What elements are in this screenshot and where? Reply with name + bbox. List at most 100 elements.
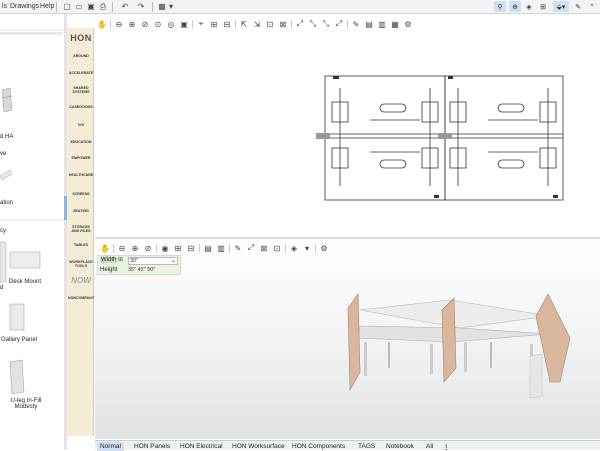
measure-icon[interactable]: ✎ <box>233 243 243 253</box>
category-voi[interactable]: VOI <box>68 123 94 127</box>
section-icon[interactable]: ⤢ <box>246 243 256 253</box>
select-all-icon[interactable]: ⊞ <box>209 19 219 29</box>
redo-icon[interactable]: ↷ <box>136 1 146 12</box>
separator <box>347 19 348 29</box>
properties-icon[interactable]: ⚙ <box>403 19 413 29</box>
zoom-out-icon[interactable]: ◎ <box>166 19 176 29</box>
catalog-item-label[interactable]: d <box>0 285 8 291</box>
open-folder-icon[interactable]: ▭ <box>74 1 84 12</box>
zoom-icon[interactable]: ⊖ <box>114 19 124 29</box>
pen-icon[interactable]: ✎ <box>572 1 584 12</box>
category-now[interactable]: NOW <box>68 276 94 285</box>
separator <box>56 2 57 12</box>
separator <box>291 19 292 29</box>
light-icon[interactable]: ▤ <box>203 243 213 253</box>
workstation-plan-drawing[interactable] <box>300 68 580 208</box>
mirror-icon[interactable]: ⤡ <box>308 19 318 29</box>
plan-view-toolbar: ✋ ⊖ ⊕ ⊘ ⊙ ◎ ▣ ⌖ ⊞ ⊟ ⇱ ⇲ ⊡ ⊠ ⤢ ⤡ ⤡ ⤢ ✎ ▤ … <box>97 17 416 31</box>
height-options[interactable]: 35" 42" 50" <box>128 267 155 273</box>
fit-icon[interactable]: ▣ <box>179 19 189 29</box>
chevron-down-icon[interactable]: ⌄ <box>171 257 176 264</box>
separator <box>285 243 286 253</box>
category-shared-systems[interactable]: SHARED SYSTEMS <box>68 86 94 94</box>
move-icon[interactable]: ⤢ <box>334 19 344 29</box>
dimension-properties: Width ⊞ 30" ⌄ Height 35" 42" 50" <box>97 255 181 275</box>
workstation-3d-model[interactable] <box>330 286 580 404</box>
category-storage-and-piles[interactable]: STORAGE AND PILES <box>68 225 94 233</box>
menu-drawings[interactable]: Drawings <box>10 3 39 10</box>
separator <box>235 19 236 29</box>
rotate-icon[interactable]: ⤢ <box>295 19 305 29</box>
select-icon[interactable]: ⌖ <box>196 19 206 29</box>
copy-icon[interactable]: ⤡ <box>321 19 331 29</box>
category-healthcare[interactable]: HEALTHCARE <box>68 173 94 177</box>
distribute-icon[interactable]: ⇲ <box>252 19 262 29</box>
category-tables[interactable]: TABLES <box>68 243 94 247</box>
deselect-icon[interactable]: ⊟ <box>222 19 232 29</box>
camera-icon[interactable]: ⊞ <box>173 243 183 253</box>
catalog-item-label[interactable]: ve <box>0 151 16 157</box>
menu-bar: ls Drawings Help ▢ ▭ ▣ ⎙ ↶ ↷ ▦ ▾ ⚲ ⊕ ◈ ⊞… <box>0 0 600 14</box>
catalog-panel: d HA ve ation cy d Desk Mount Gallery Pa… <box>0 14 67 450</box>
zoom-window-icon[interactable]: ⊕ <box>127 19 137 29</box>
undo-icon[interactable]: ↶ <box>120 1 130 12</box>
menu-tools[interactable]: ls <box>2 3 7 10</box>
category-casegoods[interactable]: CASEGOODS <box>68 105 94 109</box>
separator <box>110 19 111 29</box>
ungroup-icon[interactable]: ⊠ <box>278 19 288 29</box>
catalog-item-label[interactable]: d HA <box>0 134 20 140</box>
align-icon[interactable]: ⇱ <box>239 19 249 29</box>
chevron-down-icon[interactable]: ▾ <box>302 243 312 253</box>
layers-icon[interactable]: ◈ <box>524 1 534 12</box>
display-mode-icon[interactable]: ◈ <box>289 243 299 253</box>
zoom-extents-icon[interactable]: ⊘ <box>143 243 153 253</box>
isolate-icon[interactable]: ⊡ <box>272 243 282 253</box>
category-noncompany[interactable]: NONCOMPANY <box>68 296 94 300</box>
link-icon[interactable]: ⊕ <box>509 1 521 12</box>
settings-icon[interactable]: ⚙ <box>319 243 329 253</box>
group-icon[interactable]: ⊡ <box>265 19 275 29</box>
width-toggle-icon[interactable]: ⊞ <box>118 256 123 263</box>
annotate-icon[interactable]: ▥ <box>377 19 387 29</box>
tag-icon[interactable]: ⬙▾ <box>553 1 569 12</box>
chevron-down-icon[interactable]: ▾ <box>166 1 176 12</box>
new-file-icon[interactable]: ▢ <box>62 1 72 12</box>
shadow-icon[interactable]: ▥ <box>216 243 226 253</box>
walk-icon[interactable]: ⊟ <box>186 243 196 253</box>
category-seating[interactable]: SEATING <box>68 209 94 213</box>
dimension-icon[interactable]: ▤ <box>364 19 374 29</box>
measure-icon[interactable]: ✎ <box>351 19 361 29</box>
zoom-extents-icon[interactable]: ⊘ <box>140 19 150 29</box>
pan-hand-icon[interactable]: ✋ <box>100 243 110 253</box>
category-around[interactable]: AROUND <box>68 54 94 58</box>
separator <box>199 243 200 253</box>
pan-hand-icon[interactable]: ✋ <box>97 19 107 29</box>
zoom-icon[interactable]: ⊖ <box>117 243 127 253</box>
separator <box>192 19 193 29</box>
catalog-item-label[interactable]: cy <box>0 228 16 234</box>
category-empower[interactable]: EMPOWER <box>68 156 94 160</box>
snap-icon[interactable]: ⚲ <box>494 1 506 12</box>
zoom-in-icon[interactable]: ⊙ <box>153 19 163 29</box>
layer-icon[interactable]: ▦ <box>390 19 400 29</box>
catalog-item-label[interactable]: Gallery Panel <box>0 337 38 343</box>
category-screens[interactable]: SCREENS <box>68 192 94 196</box>
render-icon[interactable]: ◉ <box>160 243 170 253</box>
explode-icon[interactable]: ⊠ <box>259 243 269 253</box>
catalog-item-label[interactable]: Desk Mount <box>8 279 42 285</box>
separator <box>152 2 153 12</box>
height-label: Height <box>100 267 118 273</box>
collapse-icon[interactable]: ⌃ <box>587 1 597 12</box>
category-education[interactable]: EDUCATION <box>68 140 94 144</box>
save-icon[interactable]: ▣ <box>86 1 96 12</box>
menu-help[interactable]: Help <box>40 3 54 10</box>
catalog-item-label[interactable]: ation <box>0 200 20 206</box>
measure-icon[interactable]: ⊞ <box>537 1 549 12</box>
print-icon[interactable]: ⎙ <box>98 1 108 12</box>
zoom-window-icon[interactable]: ⊕ <box>130 243 140 253</box>
category-accelerate[interactable]: ACCELERATE <box>68 71 94 75</box>
3d-view-toolbar: ✋ ⊖ ⊕ ⊘ ◉ ⊞ ⊟ ▤ ▥ ✎ ⤢ ⊠ ⊡ ◈ ▾ ⚙ <box>100 241 332 255</box>
category-workplace-tools[interactable]: WORKPLACE TOOLS <box>68 260 94 268</box>
separator <box>113 243 114 253</box>
catalog-item-label[interactable]: U-leg In-Fill Modesty <box>0 398 52 410</box>
